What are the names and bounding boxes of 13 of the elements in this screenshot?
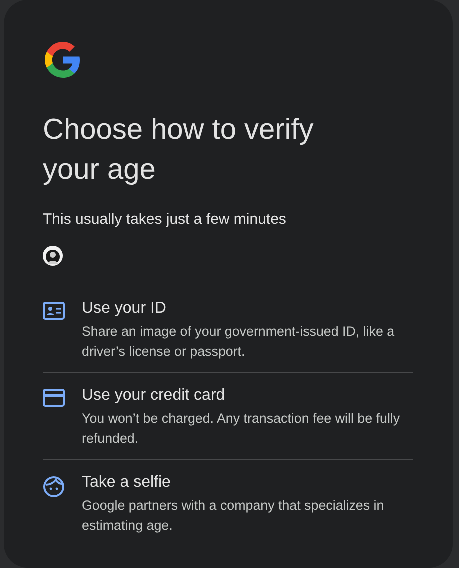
id-card-icon — [43, 302, 65, 320]
subtitle: This usually takes just a few minutes — [43, 210, 288, 230]
option-title[interactable]: Take a selfie — [82, 472, 413, 494]
option-description: You won’t be charged. Any transaction fee will be fully refunded. — [82, 410, 402, 448]
google-logo-icon — [43, 40, 83, 80]
option-description: Share an image of your government-issued ID, like a driver’s license or passport. — [82, 323, 396, 361]
avatar-icon — [43, 246, 63, 266]
page-title: Choose how to verify your age — [43, 113, 315, 188]
option-description: Google partners with a company that specializes in estimating age. — [82, 497, 386, 535]
credit-card-icon — [43, 389, 65, 407]
option-title[interactable]: Use your ID — [82, 298, 413, 320]
option-title[interactable]: Use your credit card — [82, 385, 413, 407]
face-icon — [43, 476, 65, 498]
